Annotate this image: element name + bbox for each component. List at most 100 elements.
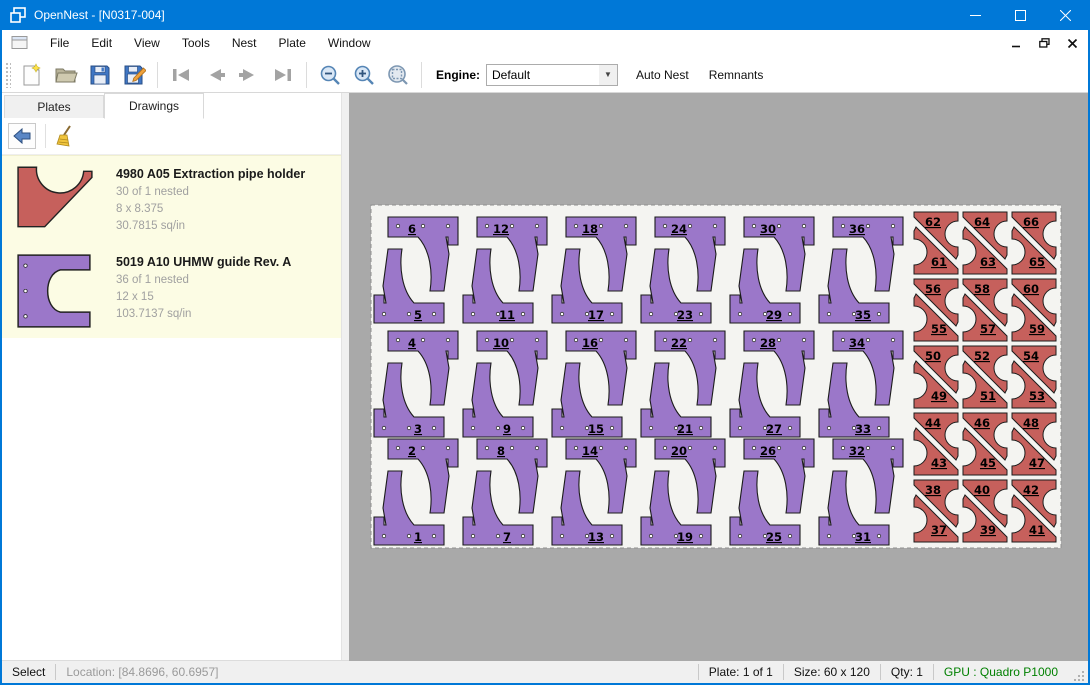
svg-text:7: 7: [503, 530, 511, 544]
mdi-close-button[interactable]: [1060, 33, 1084, 53]
save-as-button[interactable]: [117, 60, 151, 90]
svg-text:6: 6: [408, 222, 416, 236]
maximize-button[interactable]: [998, 0, 1043, 30]
drawing-item[interactable]: 4980 A05 Extraction pipe holder 30 of 1 …: [2, 156, 341, 244]
drawing-info: 5019 A10 UHMW guide Rev. A 36 of 1 neste…: [108, 253, 335, 329]
zoom-in-icon: [353, 64, 375, 86]
drawing-item[interactable]: 5019 A10 UHMW guide Rev. A 36 of 1 neste…: [2, 244, 341, 338]
svg-text:65: 65: [1029, 255, 1045, 269]
drawing-title: 5019 A10 UHMW guide Rev. A: [116, 253, 335, 272]
drawing-size: 12 x 15: [116, 289, 335, 306]
svg-text:5: 5: [414, 308, 422, 322]
new-button[interactable]: [15, 60, 49, 90]
nav-previous-button[interactable]: [198, 60, 232, 90]
svg-text:47: 47: [1029, 456, 1045, 470]
menu-view[interactable]: View: [123, 31, 171, 55]
svg-text:19: 19: [677, 530, 693, 544]
svg-text:9: 9: [503, 422, 511, 436]
svg-text:64: 64: [974, 215, 990, 229]
status-mode: Select: [2, 665, 55, 679]
minimize-button[interactable]: [953, 0, 998, 30]
zoom-out-icon: [319, 64, 341, 86]
svg-text:53: 53: [1029, 389, 1045, 403]
svg-text:66: 66: [1023, 215, 1039, 229]
app-window-icon: [10, 7, 26, 23]
sidebar: Plates Drawings: [2, 93, 342, 660]
menu-file[interactable]: File: [39, 31, 80, 55]
zoom-in-button[interactable]: [347, 60, 381, 90]
svg-text:11: 11: [499, 308, 515, 322]
mdi-child-icon: [11, 36, 29, 50]
svg-text:63: 63: [980, 255, 996, 269]
application-window: OpenNest - [N0317-004] File Edit View To…: [0, 0, 1090, 685]
tab-drawings[interactable]: Drawings: [104, 93, 204, 119]
nav-next-icon: [237, 67, 261, 83]
menu-plate[interactable]: Plate: [268, 31, 317, 55]
clean-button[interactable]: [51, 123, 79, 149]
svg-text:24: 24: [671, 222, 687, 236]
svg-text:33: 33: [855, 422, 871, 436]
part-thumbnail-red: [16, 165, 108, 235]
svg-text:1: 1: [414, 530, 422, 544]
svg-text:14: 14: [582, 444, 598, 458]
svg-text:21: 21: [677, 422, 693, 436]
svg-text:4: 4: [408, 336, 416, 350]
auto-nest-button[interactable]: Auto Nest: [626, 62, 699, 88]
close-button[interactable]: [1043, 0, 1088, 30]
svg-text:61: 61: [931, 255, 947, 269]
open-button[interactable]: [49, 60, 83, 90]
chevron-down-icon[interactable]: ▼: [599, 65, 617, 85]
nav-next-button[interactable]: [232, 60, 266, 90]
toolbar-grip[interactable]: [5, 62, 11, 88]
status-size: Size: 60 x 120: [784, 665, 880, 679]
status-bar: Select Location: [84.8696, 60.6957] Plat…: [2, 660, 1088, 683]
minimize-icon: [970, 10, 981, 21]
svg-text:26: 26: [760, 444, 776, 458]
zoom-out-button[interactable]: [313, 60, 347, 90]
svg-text:8: 8: [497, 444, 505, 458]
svg-text:40: 40: [974, 483, 990, 497]
menu-window[interactable]: Window: [317, 31, 382, 55]
mdi-restore-button[interactable]: [1032, 33, 1056, 53]
nest-canvas[interactable]: 6543211211109871817161514132423222120193…: [349, 93, 1088, 661]
svg-text:15: 15: [588, 422, 604, 436]
menu-tools[interactable]: Tools: [171, 31, 221, 55]
nest-canvas-area[interactable]: 6543211211109871817161514132423222120193…: [342, 93, 1088, 660]
svg-text:12: 12: [493, 222, 509, 236]
svg-text:60: 60: [1023, 282, 1039, 296]
drawing-area: 30.7815 sq/in: [116, 218, 335, 235]
svg-text:10: 10: [493, 336, 509, 350]
menu-nest[interactable]: Nest: [221, 31, 268, 55]
return-part-button[interactable]: [8, 123, 36, 149]
nav-first-icon: [169, 67, 193, 83]
svg-text:55: 55: [931, 322, 947, 336]
remnants-button[interactable]: Remnants: [699, 62, 774, 88]
engine-label: Engine:: [436, 68, 480, 82]
drawings-list: 4980 A05 Extraction pipe holder 30 of 1 …: [2, 155, 341, 338]
nav-last-button[interactable]: [266, 60, 300, 90]
mdi-minimize-button[interactable]: [1004, 33, 1028, 53]
return-arrow-icon: [12, 127, 32, 145]
resize-grip[interactable]: [1072, 669, 1086, 683]
svg-text:25: 25: [766, 530, 782, 544]
drawing-nested-count: 36 of 1 nested: [116, 272, 335, 289]
zoom-extents-button[interactable]: [381, 60, 415, 90]
menu-edit[interactable]: Edit: [80, 31, 123, 55]
save-button[interactable]: [83, 60, 117, 90]
svg-text:20: 20: [671, 444, 687, 458]
part-thumbnail-purple: [16, 253, 108, 329]
engine-select[interactable]: Default ▼: [486, 64, 618, 86]
nav-last-icon: [271, 67, 295, 83]
nav-previous-icon: [203, 67, 227, 83]
maximize-icon: [1015, 10, 1026, 21]
svg-text:46: 46: [974, 416, 990, 430]
tab-plates[interactable]: Plates: [4, 95, 104, 118]
red-part-shape: [16, 165, 96, 231]
svg-text:36: 36: [849, 222, 865, 236]
zoom-extents-icon: [387, 64, 409, 86]
nav-first-button[interactable]: [164, 60, 198, 90]
svg-text:54: 54: [1023, 349, 1039, 363]
title-bar: OpenNest - [N0317-004]: [2, 0, 1088, 30]
svg-text:34: 34: [849, 336, 865, 350]
svg-text:45: 45: [980, 456, 996, 470]
